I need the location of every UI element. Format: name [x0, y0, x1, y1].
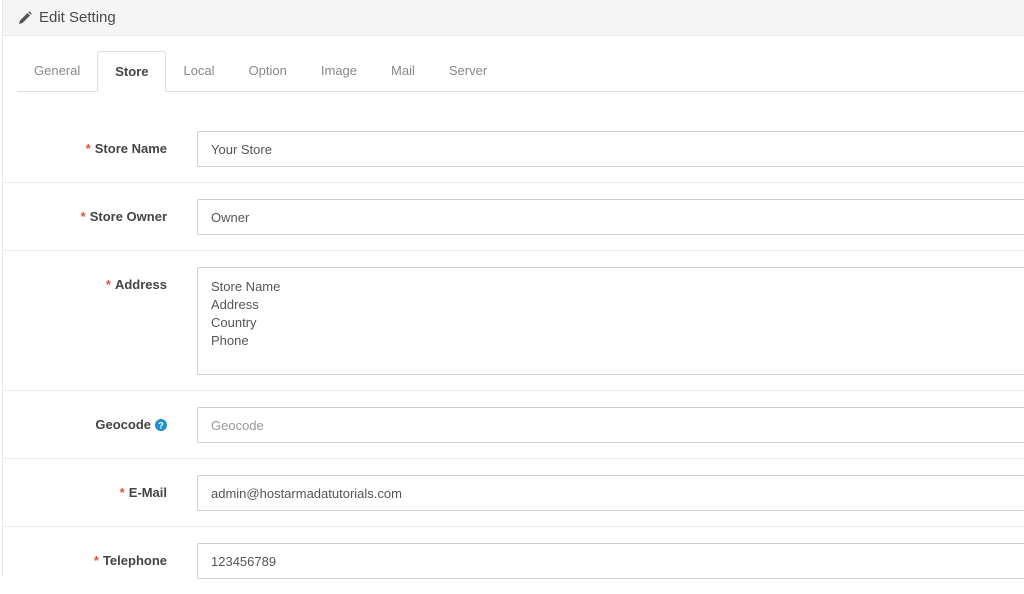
panel-heading: Edit Setting — [3, 0, 1024, 36]
store-owner-input[interactable] — [197, 199, 1024, 235]
page-title: Edit Setting — [39, 8, 116, 26]
store-name-input[interactable] — [197, 131, 1024, 167]
email-row: * E-Mail — [3, 459, 1024, 527]
address-row: * Address Store Name Address Country Pho… — [3, 251, 1024, 391]
tab-general[interactable]: General — [17, 51, 97, 91]
settings-panel: Edit Setting General Store Local Option … — [2, 0, 1024, 579]
settings-tabs: General Store Local Option Image Mail Se… — [17, 51, 1024, 92]
address-label: * Address — [106, 277, 167, 292]
question-circle-icon[interactable]: ? — [155, 418, 167, 431]
required-marker: * — [85, 141, 91, 156]
tab-mail[interactable]: Mail — [374, 51, 432, 91]
required-marker: * — [93, 553, 99, 568]
tab-image[interactable]: Image — [304, 51, 374, 91]
geocode-label: Geocode ? — [95, 417, 167, 432]
geocode-row: Geocode ? — [3, 391, 1024, 459]
store-name-label-text: Store Name — [94, 141, 167, 156]
tab-server[interactable]: Server — [432, 51, 504, 91]
telephone-input[interactable] — [197, 543, 1024, 579]
geocode-label-text: Geocode — [95, 417, 151, 432]
telephone-row: * Telephone — [3, 527, 1024, 594]
pencil-icon — [17, 10, 33, 26]
tab-store[interactable]: Store — [97, 51, 167, 92]
store-owner-label-text: Store Owner — [89, 209, 167, 224]
store-name-row: * Store Name — [3, 115, 1024, 183]
address-textarea[interactable]: Store Name Address Country Phone — [197, 267, 1024, 375]
store-name-label: * Store Name — [86, 141, 167, 156]
geocode-input[interactable] — [197, 407, 1024, 443]
required-marker: * — [119, 485, 125, 500]
required-marker: * — [80, 209, 86, 224]
address-label-text: Address — [114, 277, 167, 292]
store-form: * Store Name * Store Owner * Address Sto… — [3, 115, 1024, 594]
email-input[interactable] — [197, 475, 1024, 511]
store-owner-row: * Store Owner — [3, 183, 1024, 251]
required-marker: * — [105, 277, 111, 292]
telephone-label-text: Telephone — [102, 553, 167, 568]
email-label: * E-Mail — [120, 485, 167, 500]
tab-local[interactable]: Local — [166, 51, 231, 91]
store-owner-label: * Store Owner — [81, 209, 167, 224]
svg-text:?: ? — [158, 420, 164, 430]
telephone-label: * Telephone — [94, 553, 167, 568]
email-label-text: E-Mail — [128, 485, 167, 500]
tab-option[interactable]: Option — [232, 51, 304, 91]
